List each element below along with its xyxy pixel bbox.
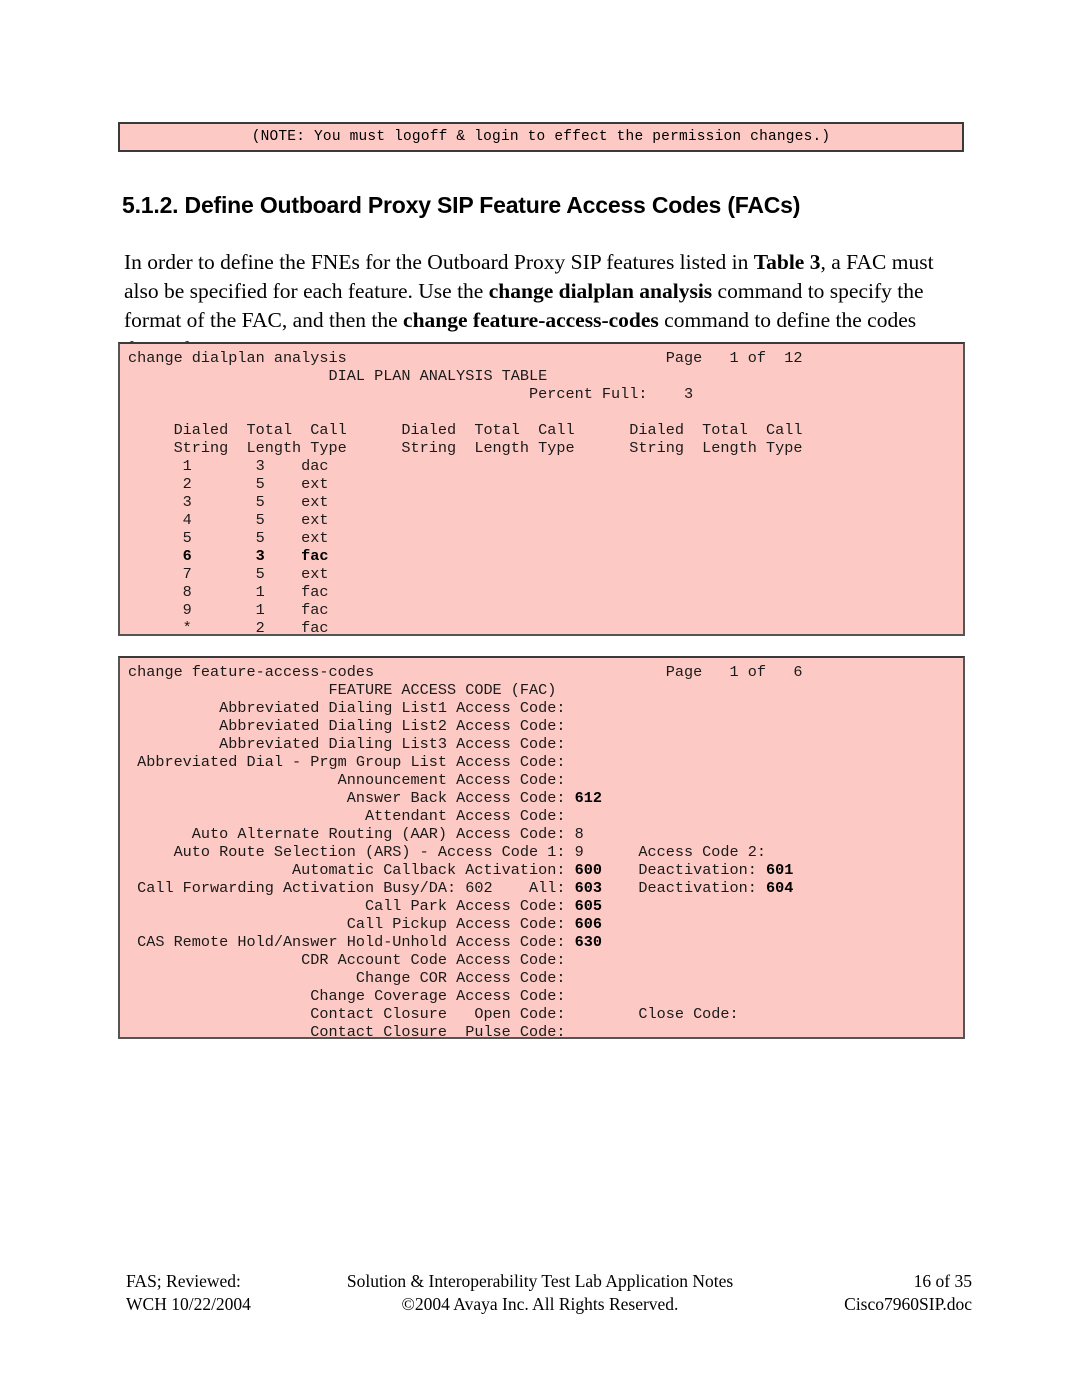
terminal-fac-entry: Call Forwarding Activation Busy/DA: 602 … <box>128 879 794 897</box>
terminal-fac-entry: CDR Account Code Access Code: <box>128 951 566 969</box>
terminal-table-row: 8 1 fac <box>128 583 329 601</box>
terminal-percent-full: Percent Full: 3 <box>128 385 694 403</box>
terminal-fac-entry: Attendant Access Code: <box>128 807 566 825</box>
terminal-table-row: 3 5 ext <box>128 493 329 511</box>
terminal-table-row: * 2 fac <box>128 619 329 636</box>
terminal-fac-entry: Abbreviated Dialing List3 Access Code: <box>128 735 566 753</box>
terminal-fac-entry: Abbreviated Dialing List2 Access Code: <box>128 717 566 735</box>
footer-row-1: FAS; Reviewed: Solution & Interoperabili… <box>0 1270 1080 1293</box>
paragraph-text-1: In order to define the FNEs for the Outb… <box>124 249 754 274</box>
terminal-screenshot-dialplan-analysis: change dialplan analysis Page 1 of 12 DI… <box>118 342 965 636</box>
terminal-table-row: 1 3 dac <box>128 457 329 475</box>
footer-page-number: 16 of 35 <box>913 1271 972 1291</box>
terminal-table-row: 5 5 ext <box>128 529 329 547</box>
page-footer: FAS; Reviewed: Solution & Interoperabili… <box>0 1270 1080 1316</box>
paragraph-bold-change-dialplan-analysis: change dialplan analysis <box>488 278 713 303</box>
terminal-screen-title: FEATURE ACCESS CODE (FAC) <box>128 681 557 699</box>
footer-filename: Cisco7960SIP.doc <box>844 1294 972 1314</box>
terminal-fac-entry: Change COR Access Code: <box>128 969 566 987</box>
terminal-screenshot-feature-access-codes: change feature-access-codes Page 1 of 6 … <box>118 656 965 1039</box>
document-page: (NOTE: You must logoff & login to effect… <box>0 0 1080 1397</box>
terminal-table-row: 2 5 ext <box>128 475 329 493</box>
terminal-fac-entry: Answer Back Access Code: 612 <box>128 789 602 807</box>
section-heading: 5.1.2. Define Outboard Proxy SIP Feature… <box>122 192 801 218</box>
terminal-command-line: change dialplan analysis Page 1 of 12 <box>128 349 803 367</box>
terminal-fac-entry: Contact Closure Open Code: Close Code: <box>128 1005 739 1023</box>
terminal-fac-entry: Contact Closure Pulse Code: <box>128 1023 566 1039</box>
footer-row-2: WCH 10/22/2004 ©2004 Avaya Inc. All Righ… <box>0 1293 1080 1316</box>
terminal-table-header-row-2: String Length Type String Length Type St… <box>128 439 803 457</box>
terminal-fac-entry: Auto Route Selection (ARS) - Access Code… <box>128 843 766 861</box>
permission-note-text: (NOTE: You must logoff & login to effect… <box>251 129 831 145</box>
permission-note-box: (NOTE: You must logoff & login to effect… <box>118 122 964 152</box>
terminal-table-row: 6 3 fac <box>128 547 329 565</box>
paragraph-bold-table3: Table 3 <box>753 249 821 274</box>
terminal-fac-entry: Automatic Callback Activation: 600 Deact… <box>128 861 794 879</box>
terminal-fac-entry: Announcement Access Code: <box>128 771 566 789</box>
terminal-fac-entry: Abbreviated Dialing List1 Access Code: <box>128 699 566 717</box>
terminal-fac-entry: Call Park Access Code: 605 <box>128 897 602 915</box>
terminal-table-row: 9 1 fac <box>128 601 329 619</box>
terminal-fac-entry: Auto Alternate Routing (AAR) Access Code… <box>128 825 584 843</box>
terminal-command-line: change feature-access-codes Page 1 of 6 <box>128 663 803 681</box>
terminal-screen-title: DIAL PLAN ANALYSIS TABLE <box>128 367 548 385</box>
terminal-fac-entry: Change Coverage Access Code: <box>128 987 566 1005</box>
terminal-fac-entry: CAS Remote Hold/Answer Hold-Unhold Acces… <box>128 933 602 951</box>
paragraph-bold-change-feature-access-codes: change feature-access-codes <box>403 307 659 332</box>
terminal-fac-entry: Call Pickup Access Code: 606 <box>128 915 602 933</box>
terminal-table-header-row-1: Dialed Total Call Dialed Total Call Dial… <box>128 421 803 439</box>
terminal-fac-entry: Abbreviated Dial - Prgm Group List Acces… <box>128 753 566 771</box>
terminal-table-row: 7 5 ext <box>128 565 329 583</box>
terminal-table-row: 4 5 ext <box>128 511 329 529</box>
